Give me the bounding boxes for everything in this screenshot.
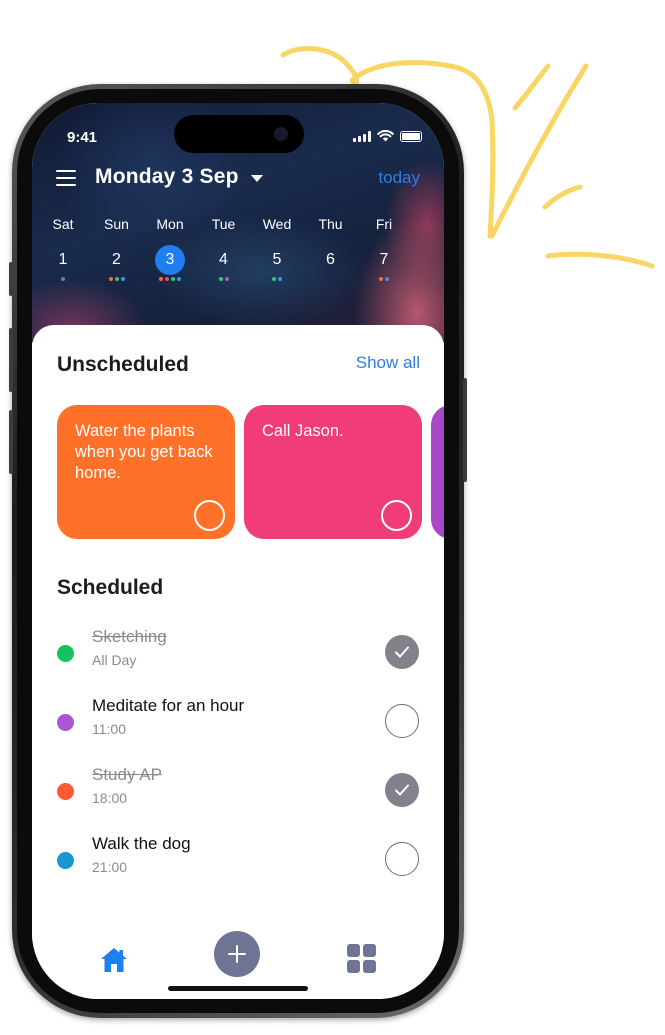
add-icon[interactable]: [214, 931, 260, 977]
day-sun[interactable]: Sun 2: [91, 216, 143, 281]
day-fri[interactable]: Fri 7: [358, 216, 410, 281]
task-row[interactable]: Sketching All Day: [57, 627, 419, 683]
task-dots: [144, 277, 196, 281]
task-dot: [177, 277, 181, 281]
phone-frame: 9:41 Monday 3 Sep today Sat 1 Sun 2 Mon 3 Tue 4…: [9, 84, 467, 1018]
day-name: Mon: [156, 216, 184, 232]
task-dots: [251, 277, 303, 281]
task-row[interactable]: Meditate for an hour 11:00: [57, 696, 419, 752]
day-name: Thu: [318, 216, 343, 232]
task-dots: [91, 277, 143, 281]
task-dot: [224, 277, 229, 281]
menu-icon[interactable]: [56, 170, 76, 187]
day-number: 7: [379, 251, 389, 268]
unchecked-circle[interactable]: [385, 842, 419, 876]
grid-icon[interactable]: [347, 944, 376, 973]
task-time: 18:00: [92, 790, 128, 806]
task-row[interactable]: Walk the dog 21:00: [57, 834, 419, 890]
task-color-dot: [57, 783, 74, 800]
day-name: Tue: [211, 216, 236, 232]
task-dot: [278, 277, 282, 281]
volume-up-button: [9, 328, 13, 392]
task-dot: [272, 277, 276, 281]
task-dots: [37, 277, 89, 281]
task-name: Walk the dog: [92, 834, 191, 853]
home-icon[interactable]: [100, 947, 128, 973]
day-number: 2: [112, 251, 121, 268]
task-row[interactable]: Study AP 18:00: [57, 765, 419, 821]
task-dots: [198, 277, 250, 281]
date-title[interactable]: Monday 3 Sep: [95, 165, 239, 189]
header: 9:41 Monday 3 Sep today Sat 1 Sun 2 Mon 3 Tue 4…: [32, 103, 444, 343]
status-time: 9:41: [67, 129, 98, 146]
day-number: 6: [326, 251, 335, 268]
wifi-icon: [377, 130, 394, 142]
today-button[interactable]: today: [378, 168, 420, 188]
task-time: All Day: [92, 652, 137, 668]
power-button: [463, 378, 467, 482]
task-dot: [114, 277, 119, 281]
day-name: Sun: [104, 216, 129, 232]
dynamic-island: [174, 115, 304, 153]
status-icons: [353, 130, 422, 142]
task-name: Sketching: [92, 627, 167, 646]
task-time: 11:00: [92, 721, 126, 737]
unchecked-circle[interactable]: [385, 704, 419, 738]
card-text: Water the plants when you get back home.: [75, 422, 213, 482]
complete-checkbox[interactable]: [194, 500, 225, 531]
volume-down-button: [9, 410, 13, 474]
action-button: [9, 262, 13, 296]
unscheduled-card[interactable]: [431, 405, 444, 539]
task-dot: [159, 277, 163, 281]
task-color-dot: [57, 645, 74, 662]
task-name: Study AP: [92, 765, 162, 784]
task-name: Meditate for an hour: [92, 696, 245, 715]
task-dot: [165, 277, 169, 281]
day-mon[interactable]: Mon 3: [144, 216, 196, 281]
task-dot: [61, 277, 65, 281]
task-color-dot: [57, 852, 74, 869]
day-name: Sat: [52, 216, 74, 232]
show-all-link[interactable]: Show all: [356, 353, 420, 373]
content-panel: Unscheduled Show all Water the plants wh…: [32, 325, 444, 999]
app-screen: 9:41 Monday 3 Sep today Sat 1 Sun 2 Mon 3 Tue 4…: [32, 103, 444, 999]
unscheduled-title: Unscheduled: [57, 353, 189, 376]
task-dots: [358, 277, 410, 281]
complete-checkbox[interactable]: [381, 500, 412, 531]
battery-icon: [400, 130, 422, 142]
task-color-dot: [57, 714, 74, 731]
signal-icon: [353, 130, 371, 142]
task-dot: [171, 277, 175, 281]
task-dot: [379, 277, 383, 281]
task-dot: [120, 277, 125, 281]
day-number: 1: [58, 251, 68, 268]
day-number: 5: [272, 251, 282, 268]
day-number: 3: [155, 245, 185, 275]
day-tue[interactable]: Tue 4: [198, 216, 250, 281]
checked-icon[interactable]: [385, 635, 419, 669]
day-name: Wed: [262, 216, 292, 232]
chevron-down-icon[interactable]: [251, 175, 263, 182]
day-wed[interactable]: Wed 5: [251, 216, 303, 281]
unscheduled-card[interactable]: Call Jason.: [244, 405, 422, 539]
scheduled-title: Scheduled: [57, 576, 164, 599]
task-dot: [108, 277, 113, 281]
unscheduled-card[interactable]: Water the plants when you get back home.: [57, 405, 235, 539]
task-dots: [305, 277, 357, 281]
task-dot: [385, 277, 389, 281]
card-text: Call Jason.: [262, 422, 344, 440]
tab-bar: [32, 929, 444, 999]
day-sat[interactable]: Sat 1: [37, 216, 89, 281]
day-thu[interactable]: Thu 6: [305, 216, 357, 281]
unscheduled-cards: Water the plants when you get back home.…: [57, 405, 444, 539]
checked-icon[interactable]: [385, 773, 419, 807]
home-indicator: [168, 986, 308, 991]
day-number: 4: [219, 251, 228, 268]
task-dot: [218, 277, 223, 281]
task-time: 21:00: [92, 859, 128, 875]
day-name: Fri: [375, 216, 393, 232]
